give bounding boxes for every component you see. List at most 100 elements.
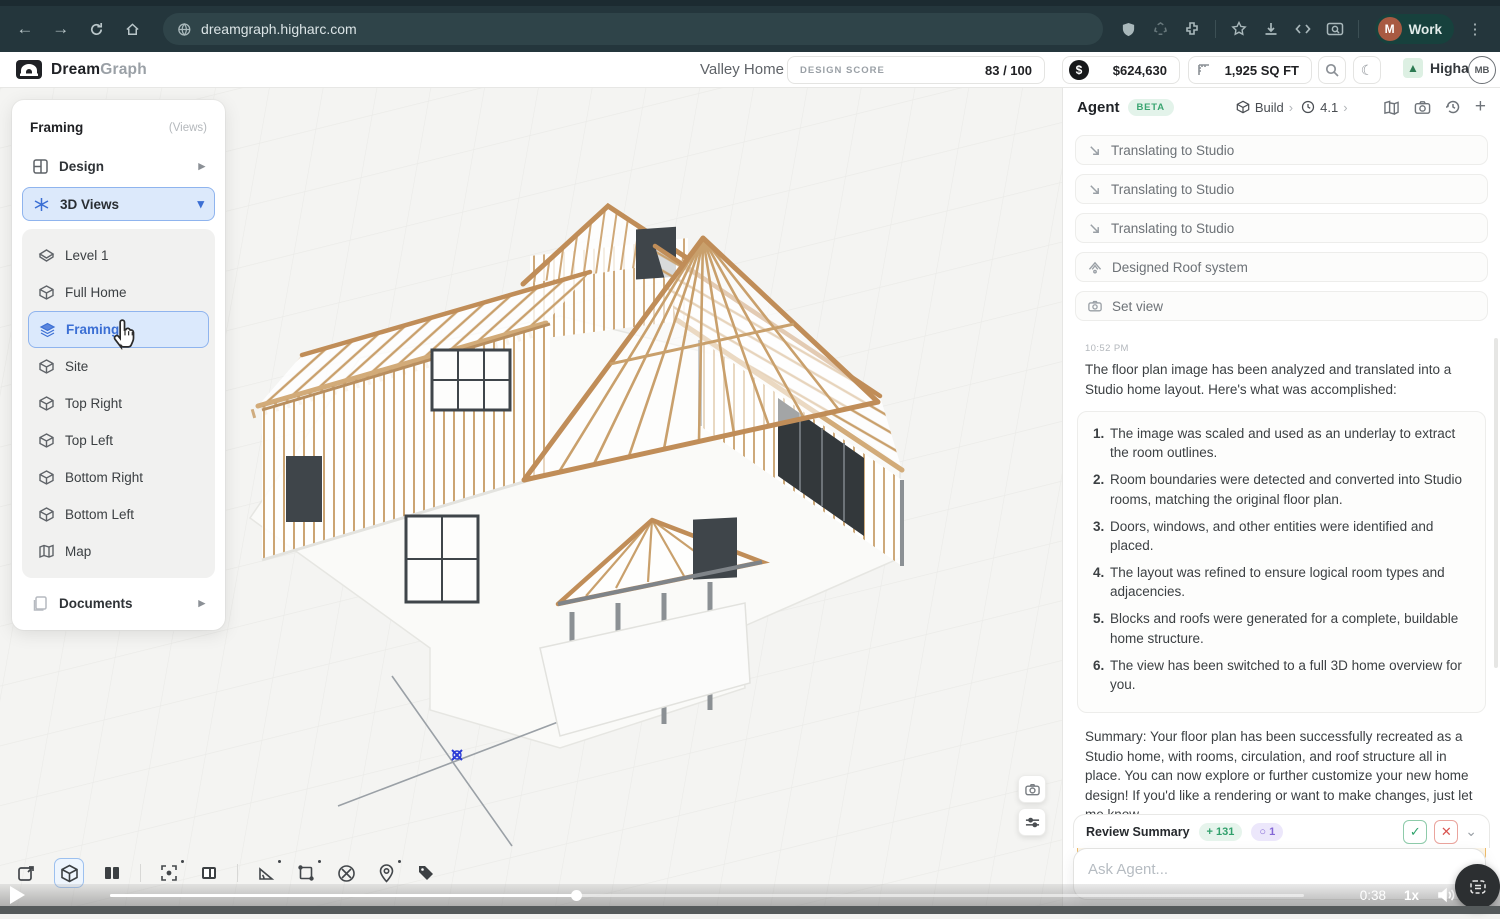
view-label: Top Right [65,396,122,411]
chevron-down-icon[interactable]: ⌄ [1465,823,1477,840]
cube-icon [38,358,55,375]
playback-speed[interactable]: 1x [1404,888,1419,903]
recycle-extension-icon[interactable] [1147,16,1173,42]
view-label: Site [65,359,88,374]
star-icon[interactable] [1226,16,1252,42]
url-input[interactable] [201,21,1089,37]
section-box-icon[interactable] [294,861,318,885]
refresh-icon[interactable] [82,14,112,44]
app-header: DreamGraph Valley Home DESIGN SCORE 83 /… [0,52,1500,88]
user-avatar[interactable]: MB [1468,56,1496,84]
views-list: Level 1 Full Home Framing Site Top Right… [22,229,215,578]
code-icon[interactable] [1290,16,1316,42]
cube-icon [38,395,55,412]
plan-icon[interactable] [1383,100,1400,115]
home-icon[interactable] [118,14,148,44]
activity-label: Translating to Studio [1111,182,1234,197]
shield-extension-icon[interactable] [1115,16,1141,42]
sidebar-item-documents[interactable]: Documents ▸ [22,586,215,620]
view-item-top-left[interactable]: Top Left [28,422,209,459]
split-view-icon[interactable] [100,861,124,885]
view-item-top-right[interactable]: Top Right [28,385,209,422]
browser-profile-chip[interactable]: M Work [1375,14,1455,44]
activity-label: Translating to Studio [1111,143,1234,158]
area-pill[interactable]: 1,925 SQ FT [1188,56,1312,84]
sidebar-header: Framing (Views) [22,112,215,149]
translate-arrow-icon [1088,222,1101,235]
agent-message-intro: The floor plan image has been analyzed a… [1085,360,1478,399]
design-icon [32,158,49,175]
message-timestamp: 10:52 PM [1085,343,1478,354]
camera-icon[interactable] [1414,100,1431,115]
download-icon[interactable] [1258,16,1284,42]
volume-icon[interactable] [1437,887,1457,903]
screen-capture-button[interactable] [1455,864,1500,909]
step-item: The layout was refined to ensure logical… [1108,563,1473,601]
forward-icon[interactable]: → [46,14,76,44]
extensions-icon[interactable] [1179,16,1205,42]
window-grid [432,350,510,410]
pin-icon[interactable] [374,861,398,885]
activity-card[interactable]: Translating to Studio [1075,174,1488,204]
price-pill[interactable]: $ $624,630 [1062,56,1180,84]
url-bar[interactable] [163,13,1103,45]
sidebar-subtitle: (Views) [169,122,207,134]
scrubber-thumb[interactable] [571,890,582,901]
activity-card[interactable]: Designed Roof system [1075,252,1488,282]
project-name[interactable]: Valley Home [700,61,784,78]
activity-card[interactable]: Translating to Studio [1075,135,1488,165]
tab-search-icon[interactable] [1322,16,1348,42]
step-item: The view has been switched to a full 3D … [1108,656,1473,694]
step-item: The image was scaled and used as an unde… [1108,424,1473,462]
dreamgraph-logo[interactable]: DreamGraph [16,60,147,79]
view-item-bottom-left[interactable]: Bottom Left [28,496,209,533]
moon-icon[interactable]: ☾ [1353,56,1381,84]
view-item-bottom-right[interactable]: Bottom Right [28,459,209,496]
view-label: Bottom Left [65,507,134,522]
kebab-menu-icon[interactable]: ⋮ [1460,14,1490,44]
pan-2d-icon[interactable] [14,861,38,885]
chevron-down-icon: ▾ [197,196,204,212]
search-icon[interactable] [1318,56,1346,84]
view-item-map[interactable]: Map [28,533,209,570]
sidebar-item-design[interactable]: Design ▸ [22,149,215,183]
video-scrubber[interactable] [110,894,1304,897]
back-icon[interactable]: ← [10,14,40,44]
design-score-pill[interactable]: DESIGN SCORE 83 / 100 [787,56,1045,84]
history-icon[interactable] [1445,99,1461,115]
review-summary-label: Review Summary [1086,825,1190,839]
build-selector[interactable]: Build › [1236,100,1293,115]
plus-icon[interactable]: + [1475,100,1486,114]
reject-button[interactable]: ✕ [1434,820,1458,844]
tag-icon[interactable] [414,861,438,885]
camera-icon [1088,300,1102,312]
sidebar-group-3d-views[interactable]: 3D Views ▾ [22,187,215,221]
panel-scrollbar[interactable] [1494,338,1498,668]
view-item-full-home[interactable]: Full Home [28,274,209,311]
documents-label: Documents [59,596,188,611]
compass-icon[interactable] [334,861,358,885]
activity-card[interactable]: Translating to Studio [1075,213,1488,243]
additions-badge: + 131 [1199,823,1243,841]
cube-icon [38,284,55,301]
settings-sliders-fab[interactable] [1018,808,1046,836]
play-icon[interactable] [10,886,25,904]
fit-view-icon[interactable] [157,861,181,885]
agent-steps-list: The image was scaled and used as an unde… [1077,411,1486,713]
camera-fab[interactable] [1018,775,1046,803]
activity-card[interactable]: Set view [1075,291,1488,321]
agent-title: Agent [1077,99,1120,116]
view-item-framing[interactable]: Framing [28,311,209,348]
view-item-level-1[interactable]: Level 1 [28,237,209,274]
review-summary-bar[interactable]: Review Summary + 131 ○ 1 ✓ ✕ ⌄ [1073,814,1490,848]
model-version: 4.1 [1320,100,1338,115]
design-score-label: DESIGN SCORE [800,65,885,76]
roof-icon [1088,261,1102,274]
translate-arrow-icon [1088,183,1101,196]
view-item-site[interactable]: Site [28,348,209,385]
model-selector[interactable]: 4.1 › [1301,100,1347,115]
approve-button[interactable]: ✓ [1403,820,1427,844]
layout-panels-icon[interactable] [197,861,221,885]
view-label: Top Left [65,433,113,448]
angle-icon[interactable] [254,861,278,885]
